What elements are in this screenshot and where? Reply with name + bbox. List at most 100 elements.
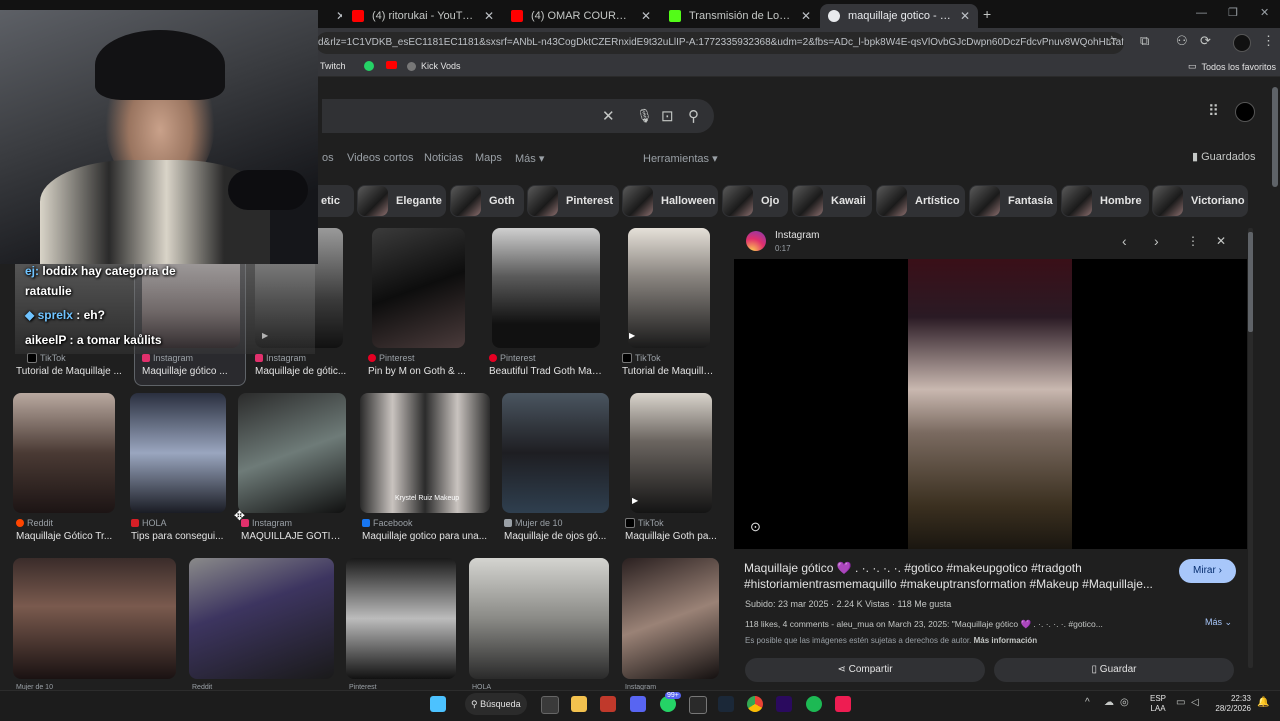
result-title[interactable]: Maquillaje de gótic... bbox=[255, 366, 347, 377]
chip-victoriano[interactable]: Victoriano bbox=[1152, 185, 1248, 217]
bookmark-twitch[interactable]: Twitch bbox=[320, 61, 346, 71]
preview-source[interactable]: Instagram bbox=[775, 230, 819, 241]
epic-games-icon[interactable] bbox=[689, 696, 707, 714]
tab-youtube-omar[interactable]: (4) OMAR COURTZ (((ousi))), RC ✕ bbox=[503, 4, 659, 28]
result-image[interactable] bbox=[346, 558, 456, 679]
scroll-thumb[interactable] bbox=[1272, 87, 1278, 187]
file-explorer-icon[interactable] bbox=[571, 696, 587, 712]
extension-icon[interactable]: ⚇ bbox=[1176, 33, 1188, 49]
extension-icon[interactable]: ⟳ bbox=[1200, 33, 1211, 49]
result-image[interactable] bbox=[238, 393, 346, 513]
address-bar[interactable]: d&rlz=1C1VDKB_esEC1181EC1181&sxsrf=ANbL-… bbox=[316, 32, 1124, 54]
result-image[interactable] bbox=[13, 393, 115, 513]
result-image[interactable] bbox=[502, 393, 609, 513]
cloud-icon[interactable]: ☁ bbox=[1104, 697, 1114, 708]
watch-button[interactable]: Mirar › bbox=[1179, 559, 1236, 583]
tab-maps[interactable]: Maps bbox=[475, 152, 502, 164]
tiktok-icon[interactable] bbox=[835, 696, 851, 712]
windows-start-icon[interactable] bbox=[430, 696, 446, 712]
tab-google-search[interactable]: maquillaje gotico - Buscar con ✕ bbox=[820, 4, 978, 28]
result-image[interactable] bbox=[372, 228, 465, 348]
result-title[interactable]: Maquillaje Gótico Tr... bbox=[16, 531, 116, 542]
result-title[interactable]: Tutorial de Maquilla... bbox=[622, 366, 716, 377]
close-icon[interactable]: ✕ bbox=[960, 9, 970, 23]
tab-close-partial[interactable]: ✕ bbox=[320, 4, 342, 28]
maximize-button[interactable]: ❐ bbox=[1228, 6, 1238, 19]
more-info-link[interactable]: Más información bbox=[974, 636, 1038, 645]
result-image[interactable] bbox=[630, 393, 712, 513]
app-tray-icon[interactable]: ◎ bbox=[1120, 697, 1129, 708]
taskbar-search[interactable]: ⚲ Búsqueda bbox=[465, 693, 527, 715]
tab-noticias[interactable]: Noticias bbox=[424, 152, 463, 164]
chip-aesthetic[interactable]: etic bbox=[318, 185, 354, 217]
steam-icon[interactable] bbox=[718, 696, 734, 712]
close-window-button[interactable]: ✕ bbox=[1260, 6, 1269, 19]
notification-bell-icon[interactable]: 🔔 bbox=[1257, 697, 1269, 708]
result-image[interactable] bbox=[13, 558, 176, 679]
chip-halloween[interactable]: Halloween bbox=[622, 185, 718, 217]
bookmark-kick-vods[interactable]: Kick Vods bbox=[407, 61, 461, 71]
chevron-right-icon[interactable]: › bbox=[1154, 233, 1159, 249]
extensions-icon[interactable]: ⧉ bbox=[1140, 33, 1149, 49]
tab-mas[interactable]: Más ▾ bbox=[515, 152, 544, 165]
result-title[interactable]: Pin by M on Goth & ... bbox=[368, 366, 468, 377]
search-input[interactable] bbox=[322, 99, 714, 133]
all-bookmarks[interactable]: ▭ Todos los favoritos bbox=[1188, 61, 1276, 72]
save-button[interactable]: ▯ Guardar bbox=[994, 658, 1234, 682]
preview-scroll-thumb[interactable] bbox=[1248, 232, 1253, 332]
star-bookmark-icon[interactable]: ☆ bbox=[1106, 33, 1118, 49]
result-title[interactable]: Maquillaje Goth pa... bbox=[625, 531, 717, 542]
tab-youtube-ritorukai[interactable]: (4) ritorukai - YouTube ✕ bbox=[344, 4, 502, 28]
clear-icon[interactable]: ✕ bbox=[602, 107, 615, 125]
new-tab-button[interactable]: + bbox=[983, 6, 991, 22]
chip-artistico[interactable]: Artístico bbox=[876, 185, 965, 217]
chip-elegante[interactable]: Elegante bbox=[357, 185, 446, 217]
result-image[interactable] bbox=[130, 393, 226, 513]
search-icon[interactable]: ⚲ bbox=[688, 107, 699, 125]
obs-icon[interactable] bbox=[541, 696, 559, 714]
saved-button[interactable]: ▮ Guardados bbox=[1192, 150, 1256, 163]
more-button[interactable]: Más ⌄ bbox=[1205, 617, 1232, 628]
profile-avatar[interactable] bbox=[1233, 34, 1251, 52]
mic-icon[interactable]: 🎙 bbox=[636, 108, 653, 124]
tab-videos-cortos[interactable]: Videos cortos bbox=[347, 152, 413, 164]
chevron-left-icon[interactable]: ‹ bbox=[1122, 233, 1127, 249]
tab-kick-loddiic[interactable]: Transmisión de Loddiic mírala ✕ bbox=[661, 4, 819, 28]
result-image[interactable] bbox=[622, 558, 719, 679]
result-image[interactable] bbox=[628, 228, 710, 348]
result-title[interactable]: Maquillaje gótico ... bbox=[142, 366, 240, 377]
app-icon[interactable] bbox=[600, 696, 616, 712]
chip-hombre[interactable]: Hombre bbox=[1061, 185, 1149, 217]
tools-button[interactable]: Herramientas ▾ bbox=[643, 152, 718, 165]
more-options-icon[interactable]: ⋮ bbox=[1187, 234, 1199, 248]
close-icon[interactable]: ✕ bbox=[641, 9, 651, 23]
preview-video[interactable] bbox=[734, 259, 1247, 549]
clock[interactable]: 22:33 28/2/2026 bbox=[1213, 694, 1251, 714]
result-title[interactable]: Maquillaje gotico para una... bbox=[362, 531, 490, 542]
share-button[interactable]: ⋖ Compartir bbox=[745, 658, 985, 682]
language-indicator[interactable]: ESP LAA bbox=[1150, 694, 1166, 714]
bookmark-whatsapp[interactable] bbox=[364, 61, 374, 71]
chevron-up-icon[interactable]: ^ bbox=[1085, 697, 1090, 708]
browser-menu-icon[interactable]: ⋮ bbox=[1262, 33, 1275, 49]
chip-pinterest[interactable]: Pinterest bbox=[527, 185, 619, 217]
chip-kawaii[interactable]: Kawaii bbox=[792, 185, 872, 217]
close-icon[interactable]: ✕ bbox=[1216, 234, 1226, 248]
chip-fantasia[interactable]: Fantasía bbox=[969, 185, 1057, 217]
apps-grid-icon[interactable]: ⠿ bbox=[1208, 102, 1219, 120]
bookmark-youtube[interactable] bbox=[386, 61, 397, 69]
volume-icon[interactable]: ◁ bbox=[1191, 697, 1199, 708]
preview-title[interactable]: Maquillaje gótico 💜 . ·. ·. ·. ·. #gotic… bbox=[744, 560, 1172, 592]
minimize-button[interactable]: — bbox=[1196, 7, 1207, 19]
result-title[interactable]: Beautiful Trad Goth Mak... bbox=[489, 366, 605, 377]
lens-icon[interactable]: ⊡ bbox=[661, 107, 674, 125]
result-title[interactable]: Tutorial de Maquillaje ... bbox=[16, 366, 122, 377]
tab-partial[interactable]: os bbox=[322, 152, 334, 164]
result-image[interactable]: Krystel Ruiz Makeup bbox=[360, 393, 490, 513]
result-image[interactable] bbox=[492, 228, 600, 348]
page-scrollbar[interactable] bbox=[1270, 77, 1280, 690]
spotify-icon[interactable] bbox=[806, 696, 822, 712]
chip-ojo[interactable]: Ojo bbox=[722, 185, 788, 217]
close-icon[interactable]: ✕ bbox=[801, 9, 811, 23]
network-icon[interactable]: ▭ bbox=[1176, 697, 1185, 708]
